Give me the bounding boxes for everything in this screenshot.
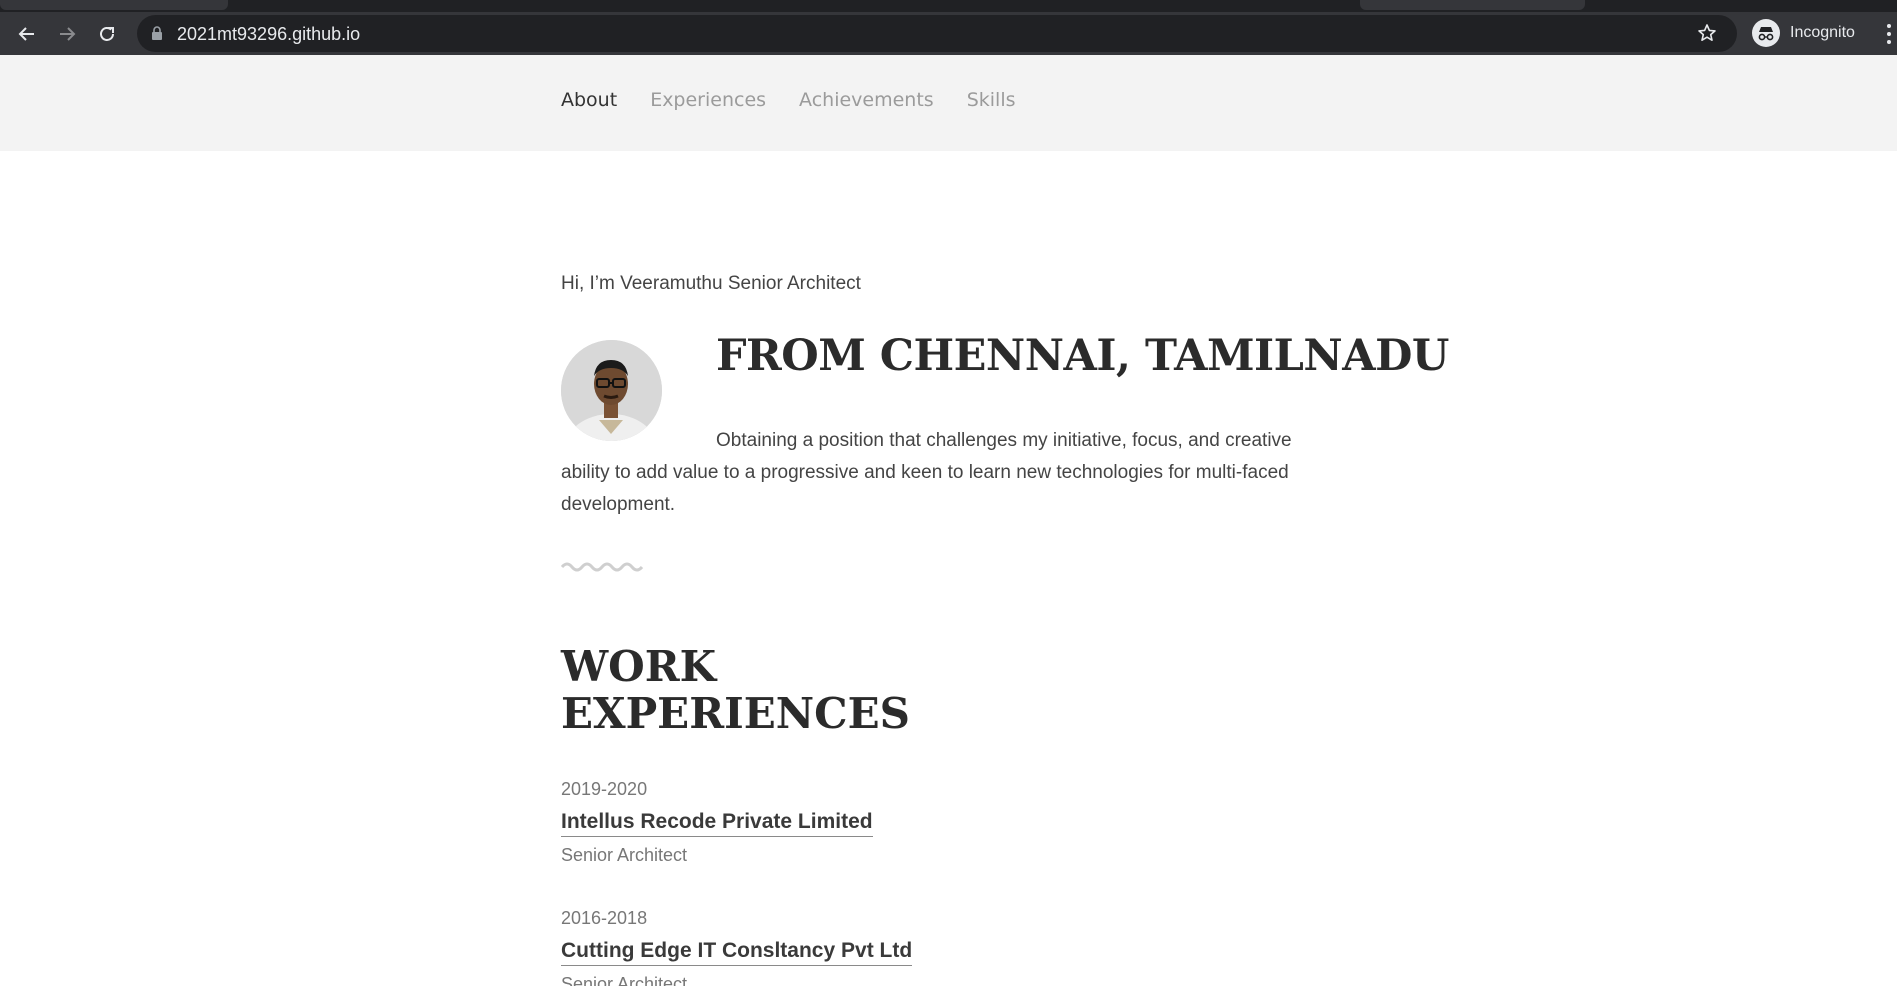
hero-headline: FROM CHENNAI, TAMILNADU: [716, 331, 1449, 381]
reload-button[interactable]: [93, 20, 121, 48]
back-arrow-icon: [18, 27, 34, 41]
job-years: 2016-2018: [561, 908, 648, 928]
job-role: Senior Architect: [561, 845, 688, 865]
work-experiences-title: WORK EXPERIENCES: [561, 643, 921, 737]
address-bar[interactable]: 2021mt93296.github.io: [137, 15, 1737, 52]
nav-link-about[interactable]: About: [561, 89, 617, 111]
job-role: Senior Architect: [561, 974, 688, 986]
job-entry: 2016-2018 Cutting Edge IT Consltancy Pvt…: [561, 908, 913, 986]
job-company-link[interactable]: Cutting Edge IT Consltancy Pvt Ltd: [561, 939, 913, 966]
section-title-line: WORK: [561, 642, 717, 691]
job-entry: 2019-2020 Intellus Recode Private Limite…: [561, 779, 873, 866]
site-nav: About Experiences Achievements Skills: [0, 55, 1897, 151]
wave-divider: [561, 562, 644, 572]
nav-link-achievements[interactable]: Achievements: [799, 89, 934, 111]
back-button[interactable]: [13, 20, 41, 48]
incognito-label: Incognito: [1790, 24, 1855, 41]
browser-tab[interactable]: [0, 0, 228, 10]
url-text: 2021mt93296.github.io: [177, 24, 361, 44]
nav-links: About Experiences Achievements Skills: [561, 89, 1016, 111]
forward-arrow-icon: [60, 27, 76, 41]
bio-text: Obtaining a position that challenges my …: [561, 430, 1292, 515]
nav-link-experiences[interactable]: Experiences: [650, 89, 766, 111]
job-years: 2019-2020: [561, 779, 648, 799]
bookmark-star-icon[interactable]: [1697, 23, 1717, 43]
incognito-icon: [1752, 19, 1780, 47]
tab-strip: [0, 0, 1897, 12]
incognito-indicator[interactable]: Incognito: [1752, 17, 1855, 49]
browser-tab[interactable]: [1360, 0, 1585, 10]
browser-toolbar: 2021mt93296.github.io Incognito: [0, 12, 1897, 55]
lock-icon: [152, 26, 162, 40]
job-company-link[interactable]: Intellus Recode Private Limited: [561, 810, 873, 837]
reload-icon: [100, 27, 114, 41]
browser-menu-icon[interactable]: [1884, 20, 1894, 48]
nav-link-skills[interactable]: Skills: [967, 89, 1016, 111]
intro-text: Hi, I’m Veeramuthu Senior Architect: [561, 273, 861, 294]
section-title-line: EXPERIENCES: [561, 689, 910, 738]
forward-button[interactable]: [53, 20, 81, 48]
